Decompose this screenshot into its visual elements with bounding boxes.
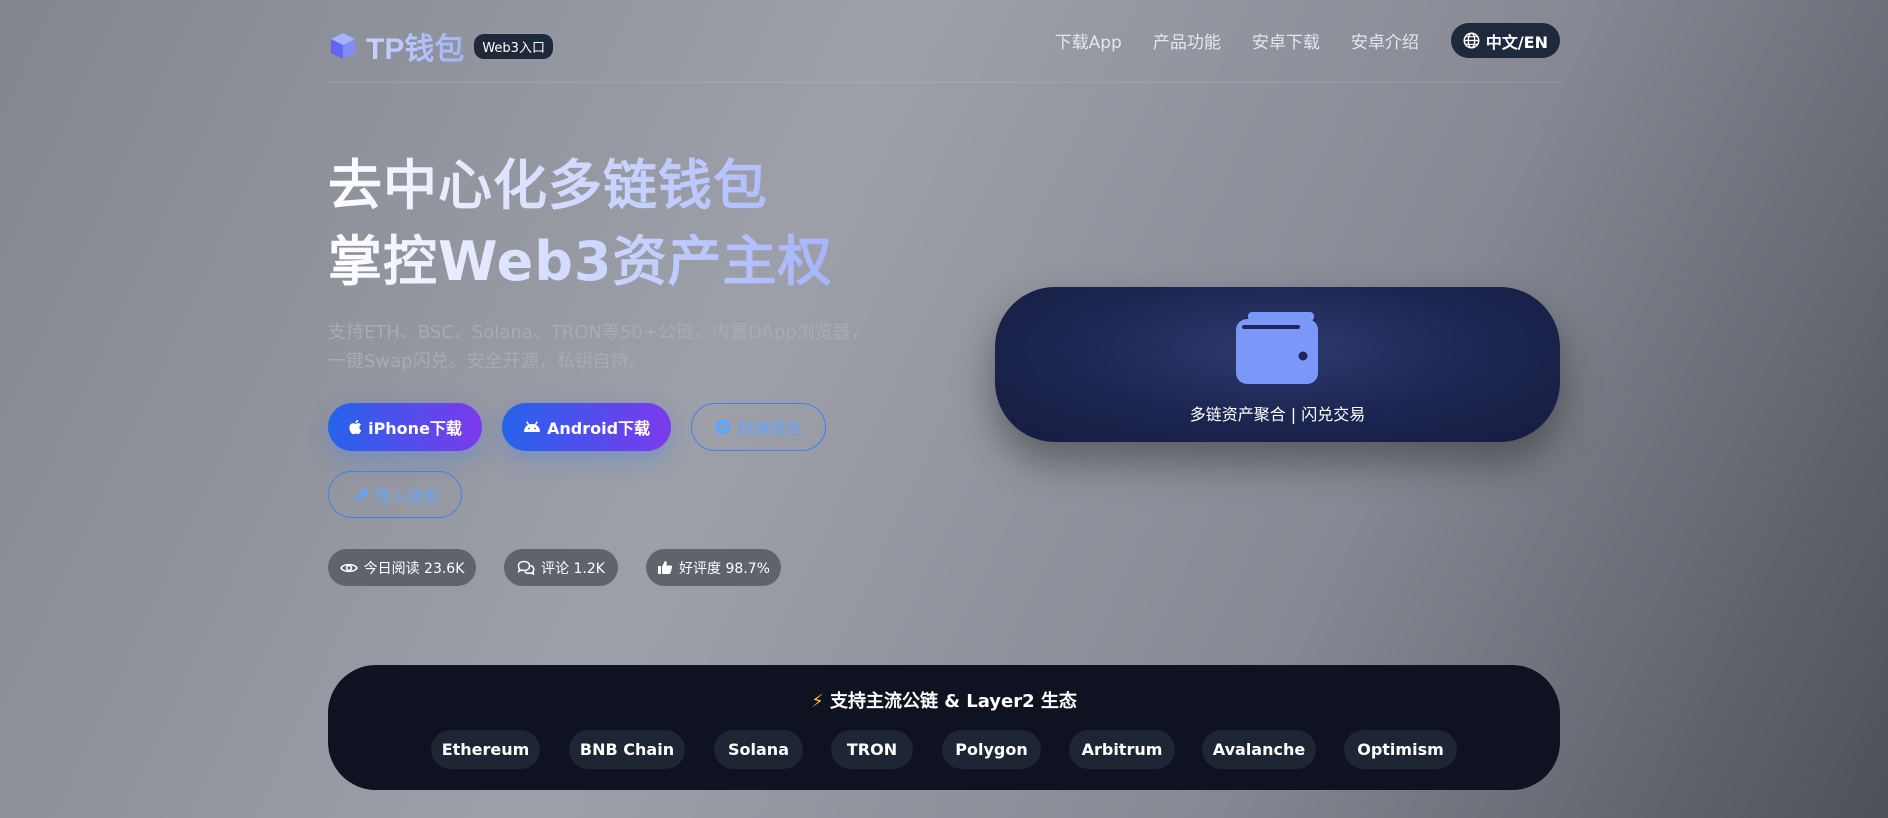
chain-pill-optimism[interactable]: Optimism [1344, 730, 1457, 769]
import-wallet-button[interactable]: 导入钱包 [328, 471, 462, 518]
nav-android-intro[interactable]: 安卓介绍 [1351, 28, 1419, 53]
stat-rating-text: 好评度 98.7% [679, 560, 770, 577]
hero-title: 去中心化多链钱包 掌控Web3资产主权 [328, 148, 833, 300]
supported-chains-panel: ⚡ 支持主流公链 & Layer2 生态 Ethereum BNB Chain … [328, 665, 1560, 790]
feature-card: 多链资产聚合 | 闪兑交易 [995, 287, 1560, 442]
language-switch-button[interactable]: 中文/EN [1450, 23, 1560, 58]
chain-pill-bnb-chain[interactable]: BNB Chain [569, 730, 685, 769]
android-download-button[interactable]: Android下载 [502, 403, 671, 451]
create-wallet-button[interactable]: 创建钱包 [691, 403, 826, 451]
cube-logo-icon [331, 33, 355, 59]
stat-reads-text: 今日阅读 23.6K [363, 560, 465, 577]
site-header: TP钱包 Web3入口 下载App 产品功能 安卓下载 安卓介绍 中文/EN [328, 0, 1560, 83]
lightning-icon: ⚡ [811, 691, 824, 712]
stat-rating-badge: 好评度 98.7% [646, 549, 781, 586]
stat-comments-badge: 评论 1.2K [504, 549, 618, 586]
feature-card-text: 多链资产聚合 | 闪兑交易 [1189, 405, 1366, 424]
stat-comments-text: 评论 1.2K [541, 560, 605, 577]
main-nav: 下载App 产品功能 安卓下载 安卓介绍 中文/EN [1024, 23, 1560, 58]
hero-description-line-1: 支持ETH、BSC、Solana、TRON等50+公链，内置DApp浏览器， [328, 322, 869, 343]
nav-android-download[interactable]: 安卓下载 [1252, 28, 1320, 53]
iphone-download-label: iPhone下载 [368, 419, 462, 438]
nav-product-features[interactable]: 产品功能 [1153, 28, 1221, 53]
supported-chains-title-text: 支持主流公链 & Layer2 生态 [830, 691, 1077, 712]
chain-pill-solana[interactable]: Solana [714, 730, 803, 769]
chain-pill-tron[interactable]: TRON [831, 730, 913, 769]
apple-icon [349, 419, 362, 435]
thumbs-up-icon [658, 561, 673, 574]
android-download-label: Android下载 [546, 419, 651, 438]
iphone-download-button[interactable]: iPhone下载 [328, 403, 482, 451]
wallet-icon [1236, 312, 1318, 384]
comments-icon [517, 560, 535, 575]
create-wallet-label: 创建钱包 [737, 419, 802, 438]
hero-title-line-1: 去中心化多链钱包 [328, 148, 833, 224]
hero-description: 支持ETH、BSC、Solana、TRON等50+公链，内置DApp浏览器， 一… [328, 318, 888, 376]
logo-text: TP钱包 [366, 24, 464, 68]
hero-title-line-2: 掌控Web3资产主权 [328, 224, 833, 300]
hero-description-line-2: 一键Swap闪兑。安全开源，私钥自持。 [328, 351, 647, 372]
language-label: 中文/EN [1485, 32, 1548, 52]
web3-badge: Web3入口 [474, 33, 553, 59]
chain-pill-avalanche[interactable]: Avalanche [1202, 730, 1316, 769]
nav-download-app[interactable]: 下载App [1055, 28, 1122, 53]
chain-pill-ethereum[interactable]: Ethereum [431, 730, 540, 769]
android-icon [523, 421, 540, 432]
eye-icon [339, 563, 358, 572]
logo[interactable]: TP钱包 Web3入口 [328, 24, 553, 68]
key-icon [353, 488, 368, 501]
plus-circle-icon [715, 419, 731, 435]
import-wallet-label: 导入钱包 [374, 486, 439, 506]
chain-pill-arbitrum[interactable]: Arbitrum [1069, 730, 1175, 769]
stat-reads-badge: 今日阅读 23.6K [328, 549, 476, 586]
supported-chains-title: ⚡ 支持主流公链 & Layer2 生态 [328, 687, 1560, 713]
chain-pill-polygon[interactable]: Polygon [942, 730, 1041, 769]
globe-icon [1463, 32, 1480, 49]
